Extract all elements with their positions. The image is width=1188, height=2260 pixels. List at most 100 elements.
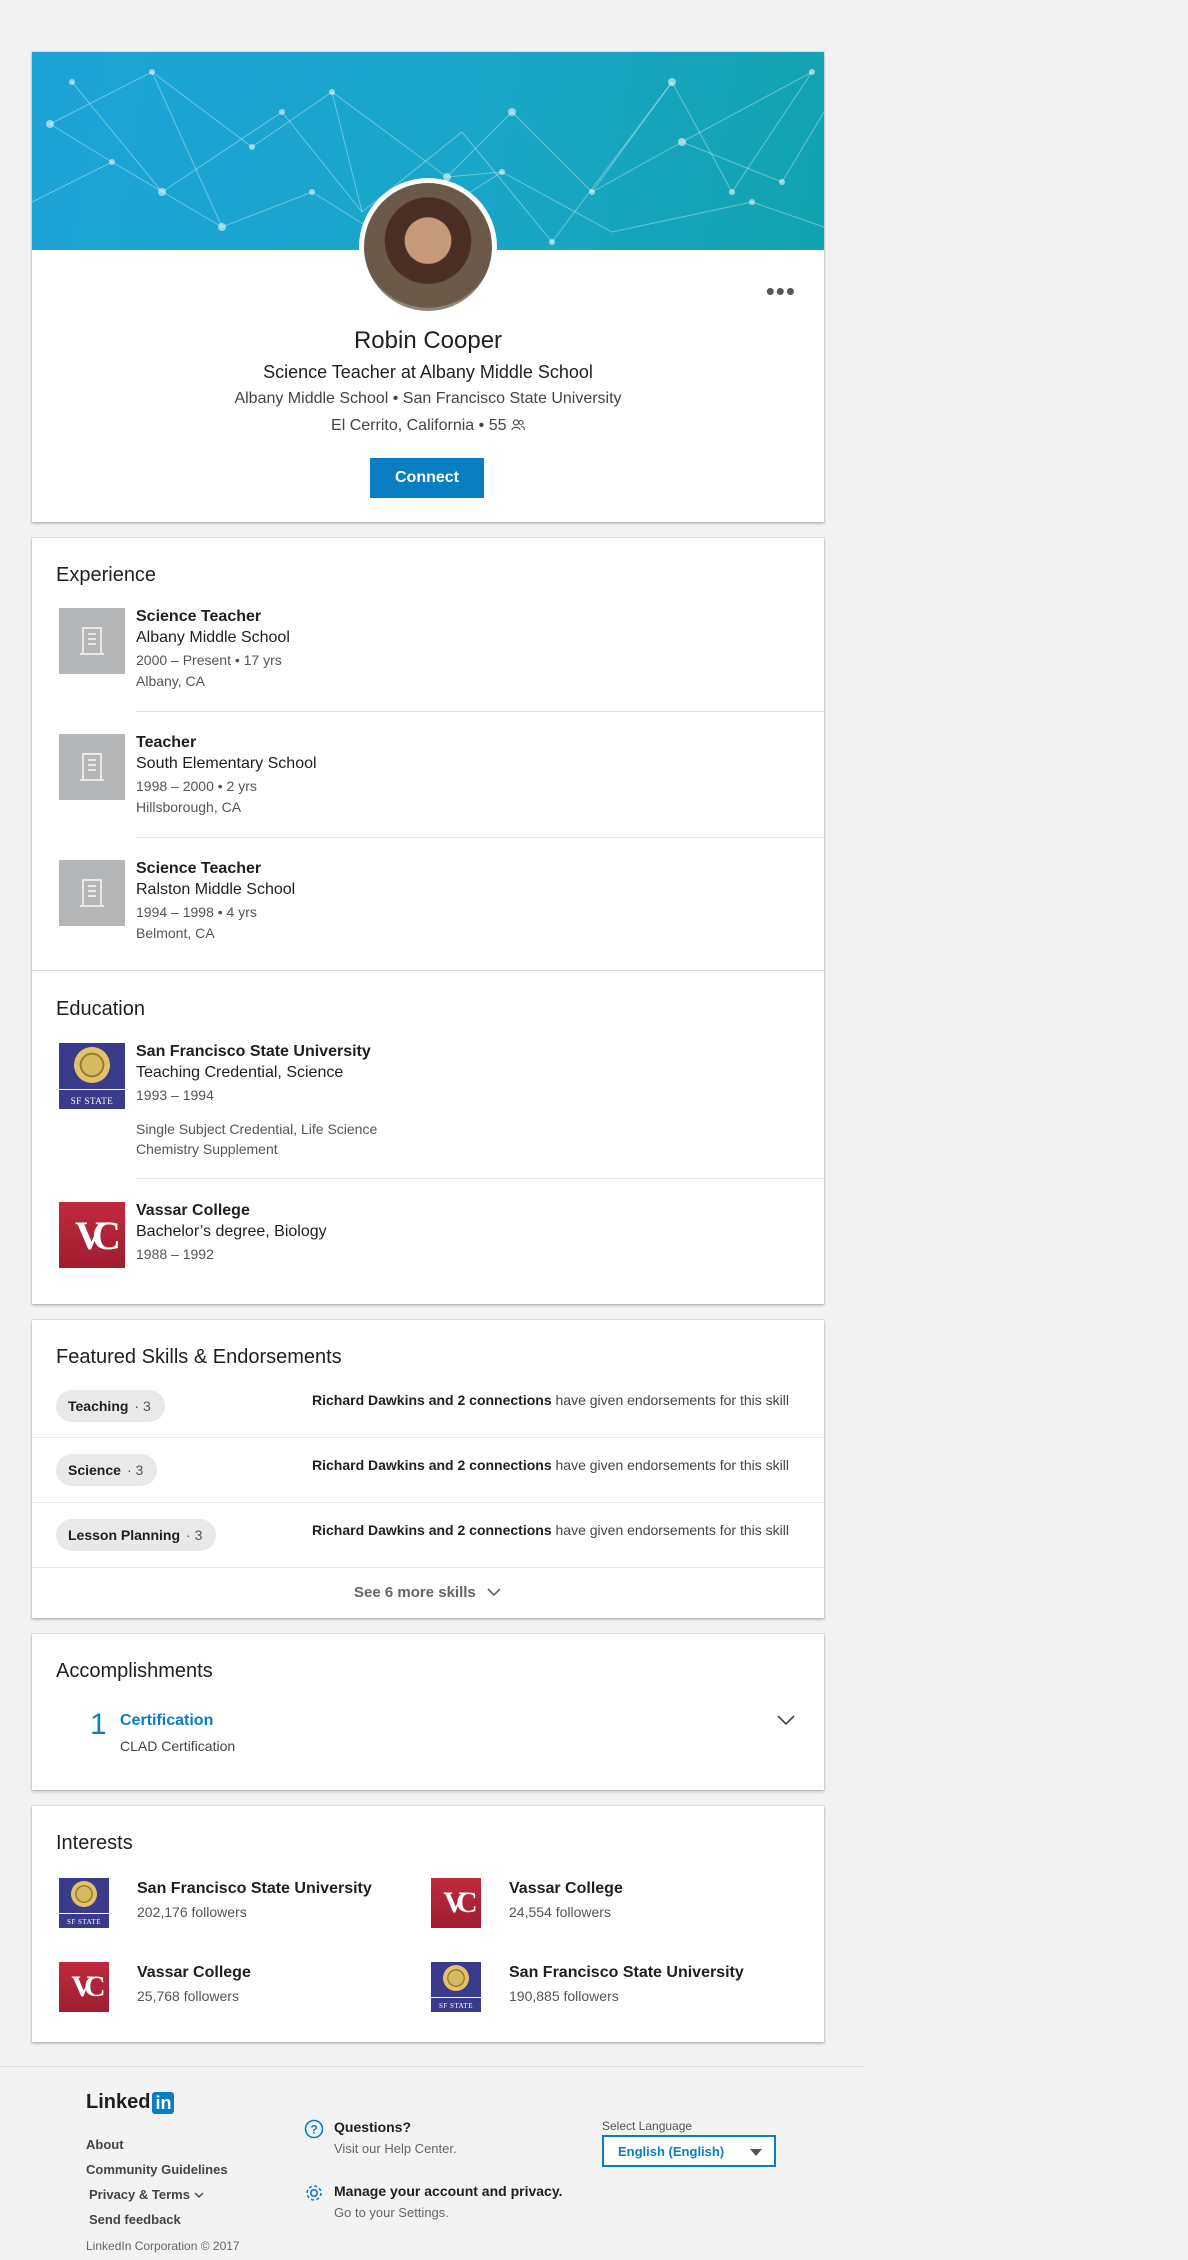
- connections-icon: [511, 419, 525, 431]
- svg-text:?: ?: [310, 2123, 317, 2137]
- education-school: San Francisco State University: [136, 1043, 371, 1060]
- education-degree: Bachelor’s degree, Biology: [136, 1223, 327, 1240]
- experience-role: Science Teacher: [136, 860, 262, 877]
- caret-down-icon: [750, 2149, 762, 2156]
- sf-state-logo: SF STATE: [59, 1043, 125, 1109]
- experience-org: Ralston Middle School: [136, 881, 296, 898]
- divider: [136, 711, 824, 712]
- interest-name: Vassar College: [137, 1964, 251, 1981]
- sf-state-logo: SF STATE: [431, 1962, 481, 2012]
- skill-name: Lesson Planning: [68, 1527, 181, 1543]
- building-icon: [59, 608, 125, 674]
- skill-pill[interactable]: Teaching · 3: [56, 1390, 165, 1422]
- settings-link[interactable]: Go to your Settings.: [334, 2205, 449, 2220]
- education-item[interactable]: VC Vassar College Bachelor’s degree, Bio…: [32, 1202, 824, 1282]
- footer-link-about[interactable]: About: [86, 2137, 124, 2152]
- interest-followers: 190,885 followers: [509, 1988, 619, 2004]
- divider: [32, 1567, 824, 1568]
- experience-org: South Elementary School: [136, 755, 317, 772]
- interest-item[interactable]: VC Vassar College 24,554 followers: [431, 1878, 771, 1928]
- footer-link-privacy-terms[interactable]: Privacy & Terms: [89, 2187, 204, 2202]
- interests-title: Interests: [56, 1832, 133, 1854]
- avatar: [364, 183, 492, 311]
- education-dates: 1988 – 1992: [136, 1246, 214, 1262]
- connect-button[interactable]: Connect: [370, 458, 484, 498]
- profile-current-education: Albany Middle School • San Francisco Sta…: [234, 390, 622, 407]
- skill-endorsement-count: 3: [135, 1462, 144, 1478]
- chevron-down-icon: [194, 2192, 204, 2198]
- skill-endorsers[interactable]: Richard Dawkins and 2 connections have g…: [312, 1392, 789, 1408]
- education-title: Education: [56, 998, 145, 1020]
- language-label: Select Language: [602, 2119, 693, 2133]
- skill-endorsement-count: 3: [194, 1527, 203, 1543]
- location-connections-text: El Cerrito, California • 55: [331, 417, 507, 434]
- interest-name: San Francisco State University: [137, 1880, 372, 1897]
- divider: [136, 1178, 824, 1179]
- experience-dates: 1998 – 2000 • 2 yrs: [136, 778, 257, 794]
- experience-dates: 1994 – 1998 • 4 yrs: [136, 904, 257, 920]
- linkedin-logo[interactable]: Linked in: [86, 2091, 175, 2114]
- accomplishment-category-link[interactable]: Certification: [120, 1712, 213, 1730]
- more-actions-button[interactable]: •••: [766, 278, 796, 304]
- experience-item[interactable]: Science Teacher Ralston Middle School 19…: [32, 860, 824, 970]
- building-icon: [59, 734, 125, 800]
- profile-location: El Cerrito, California • 55: [32, 417, 824, 435]
- divider: [32, 1502, 824, 1503]
- experience-item[interactable]: Teacher South Elementary School 1998 – 2…: [32, 734, 824, 844]
- gear-icon: [306, 2185, 322, 2201]
- experience-org: Albany Middle School: [136, 629, 290, 646]
- divider: [32, 1437, 824, 1438]
- interest-followers: 202,176 followers: [137, 1904, 247, 1920]
- skill-pill[interactable]: Lesson Planning · 3: [56, 1519, 217, 1551]
- skills-title: Featured Skills & Endorsements: [56, 1346, 342, 1368]
- footer-link-community-guidelines[interactable]: Community Guidelines: [86, 2162, 228, 2177]
- experience-item[interactable]: Science Teacher Albany Middle School 200…: [32, 608, 824, 718]
- vassar-logo: VC: [59, 1202, 125, 1268]
- skill-pill[interactable]: Science · 3: [56, 1454, 158, 1486]
- education-dates: 1993 – 1994: [136, 1087, 214, 1103]
- experience-dates: 2000 – Present • 17 yrs: [136, 652, 282, 668]
- interest-item[interactable]: VC Vassar College 25,768 followers: [59, 1962, 399, 2012]
- vassar-logo: VC: [431, 1878, 481, 1928]
- experience-place: Belmont, CA: [136, 925, 215, 941]
- footer-link-send-feedback[interactable]: Send feedback: [89, 2212, 181, 2227]
- divider: [136, 837, 824, 838]
- account-title: Manage your account and privacy.: [334, 2183, 563, 2199]
- profile-photo[interactable]: [359, 178, 497, 316]
- profile-headline: Science Teacher at Albany Middle School: [263, 362, 593, 382]
- skill-name: Teaching: [68, 1398, 129, 1414]
- interest-item[interactable]: SF STATE San Francisco State University …: [59, 1878, 399, 1928]
- seal-icon: [71, 1881, 97, 1907]
- profile-top-card: ••• Robin Cooper Science Teacher at Alba…: [32, 52, 824, 522]
- skills-section: Featured Skills & Endorsements Teaching …: [32, 1320, 824, 1618]
- interest-followers: 25,768 followers: [137, 1988, 239, 2004]
- seal-icon: [443, 1965, 469, 1991]
- skill-endorsement-count: 3: [142, 1398, 151, 1414]
- experience-role: Teacher: [136, 734, 197, 751]
- vassar-logo: VC: [59, 1962, 109, 2012]
- interest-name: Vassar College: [509, 1880, 623, 1897]
- experience-title: Experience: [56, 564, 157, 586]
- skill-endorsers[interactable]: Richard Dawkins and 2 connections have g…: [312, 1522, 789, 1538]
- interest-name: San Francisco State University: [509, 1964, 744, 1981]
- accomplishments-title: Accomplishments: [56, 1660, 213, 1682]
- accomplishments-section: Accomplishments 1 Certification CLAD Cer…: [32, 1634, 824, 1790]
- education-note: Single Subject Credential, Life Science: [136, 1121, 378, 1137]
- language-select[interactable]: English (English): [602, 2135, 776, 2167]
- skill-endorsers[interactable]: Richard Dawkins and 2 connections have g…: [312, 1457, 789, 1473]
- interest-item[interactable]: SF STATE San Francisco State University …: [431, 1962, 771, 2012]
- question-icon: ?: [304, 2119, 324, 2139]
- sf-state-logo: SF STATE: [59, 1878, 109, 1928]
- accomplishment-count: 1: [90, 1708, 107, 1741]
- help-link[interactable]: Visit our Help Center.: [334, 2141, 457, 2156]
- interests-section: Interests SF STATE San Francisco State U…: [32, 1806, 824, 2042]
- footer: Linked in About Community Guidelines Priv…: [0, 2066, 864, 2260]
- profile-name: Robin Cooper: [353, 327, 503, 354]
- interest-followers: 24,554 followers: [509, 1904, 611, 1920]
- building-icon: [59, 860, 125, 926]
- see-more-skills-button[interactable]: See 6 more skills: [32, 1584, 824, 1601]
- skill-name: Science: [68, 1462, 121, 1478]
- chevron-down-icon[interactable]: [776, 1714, 796, 1726]
- education-item[interactable]: SF STATE San Francisco State University …: [32, 1043, 824, 1173]
- seal-icon: [74, 1047, 110, 1083]
